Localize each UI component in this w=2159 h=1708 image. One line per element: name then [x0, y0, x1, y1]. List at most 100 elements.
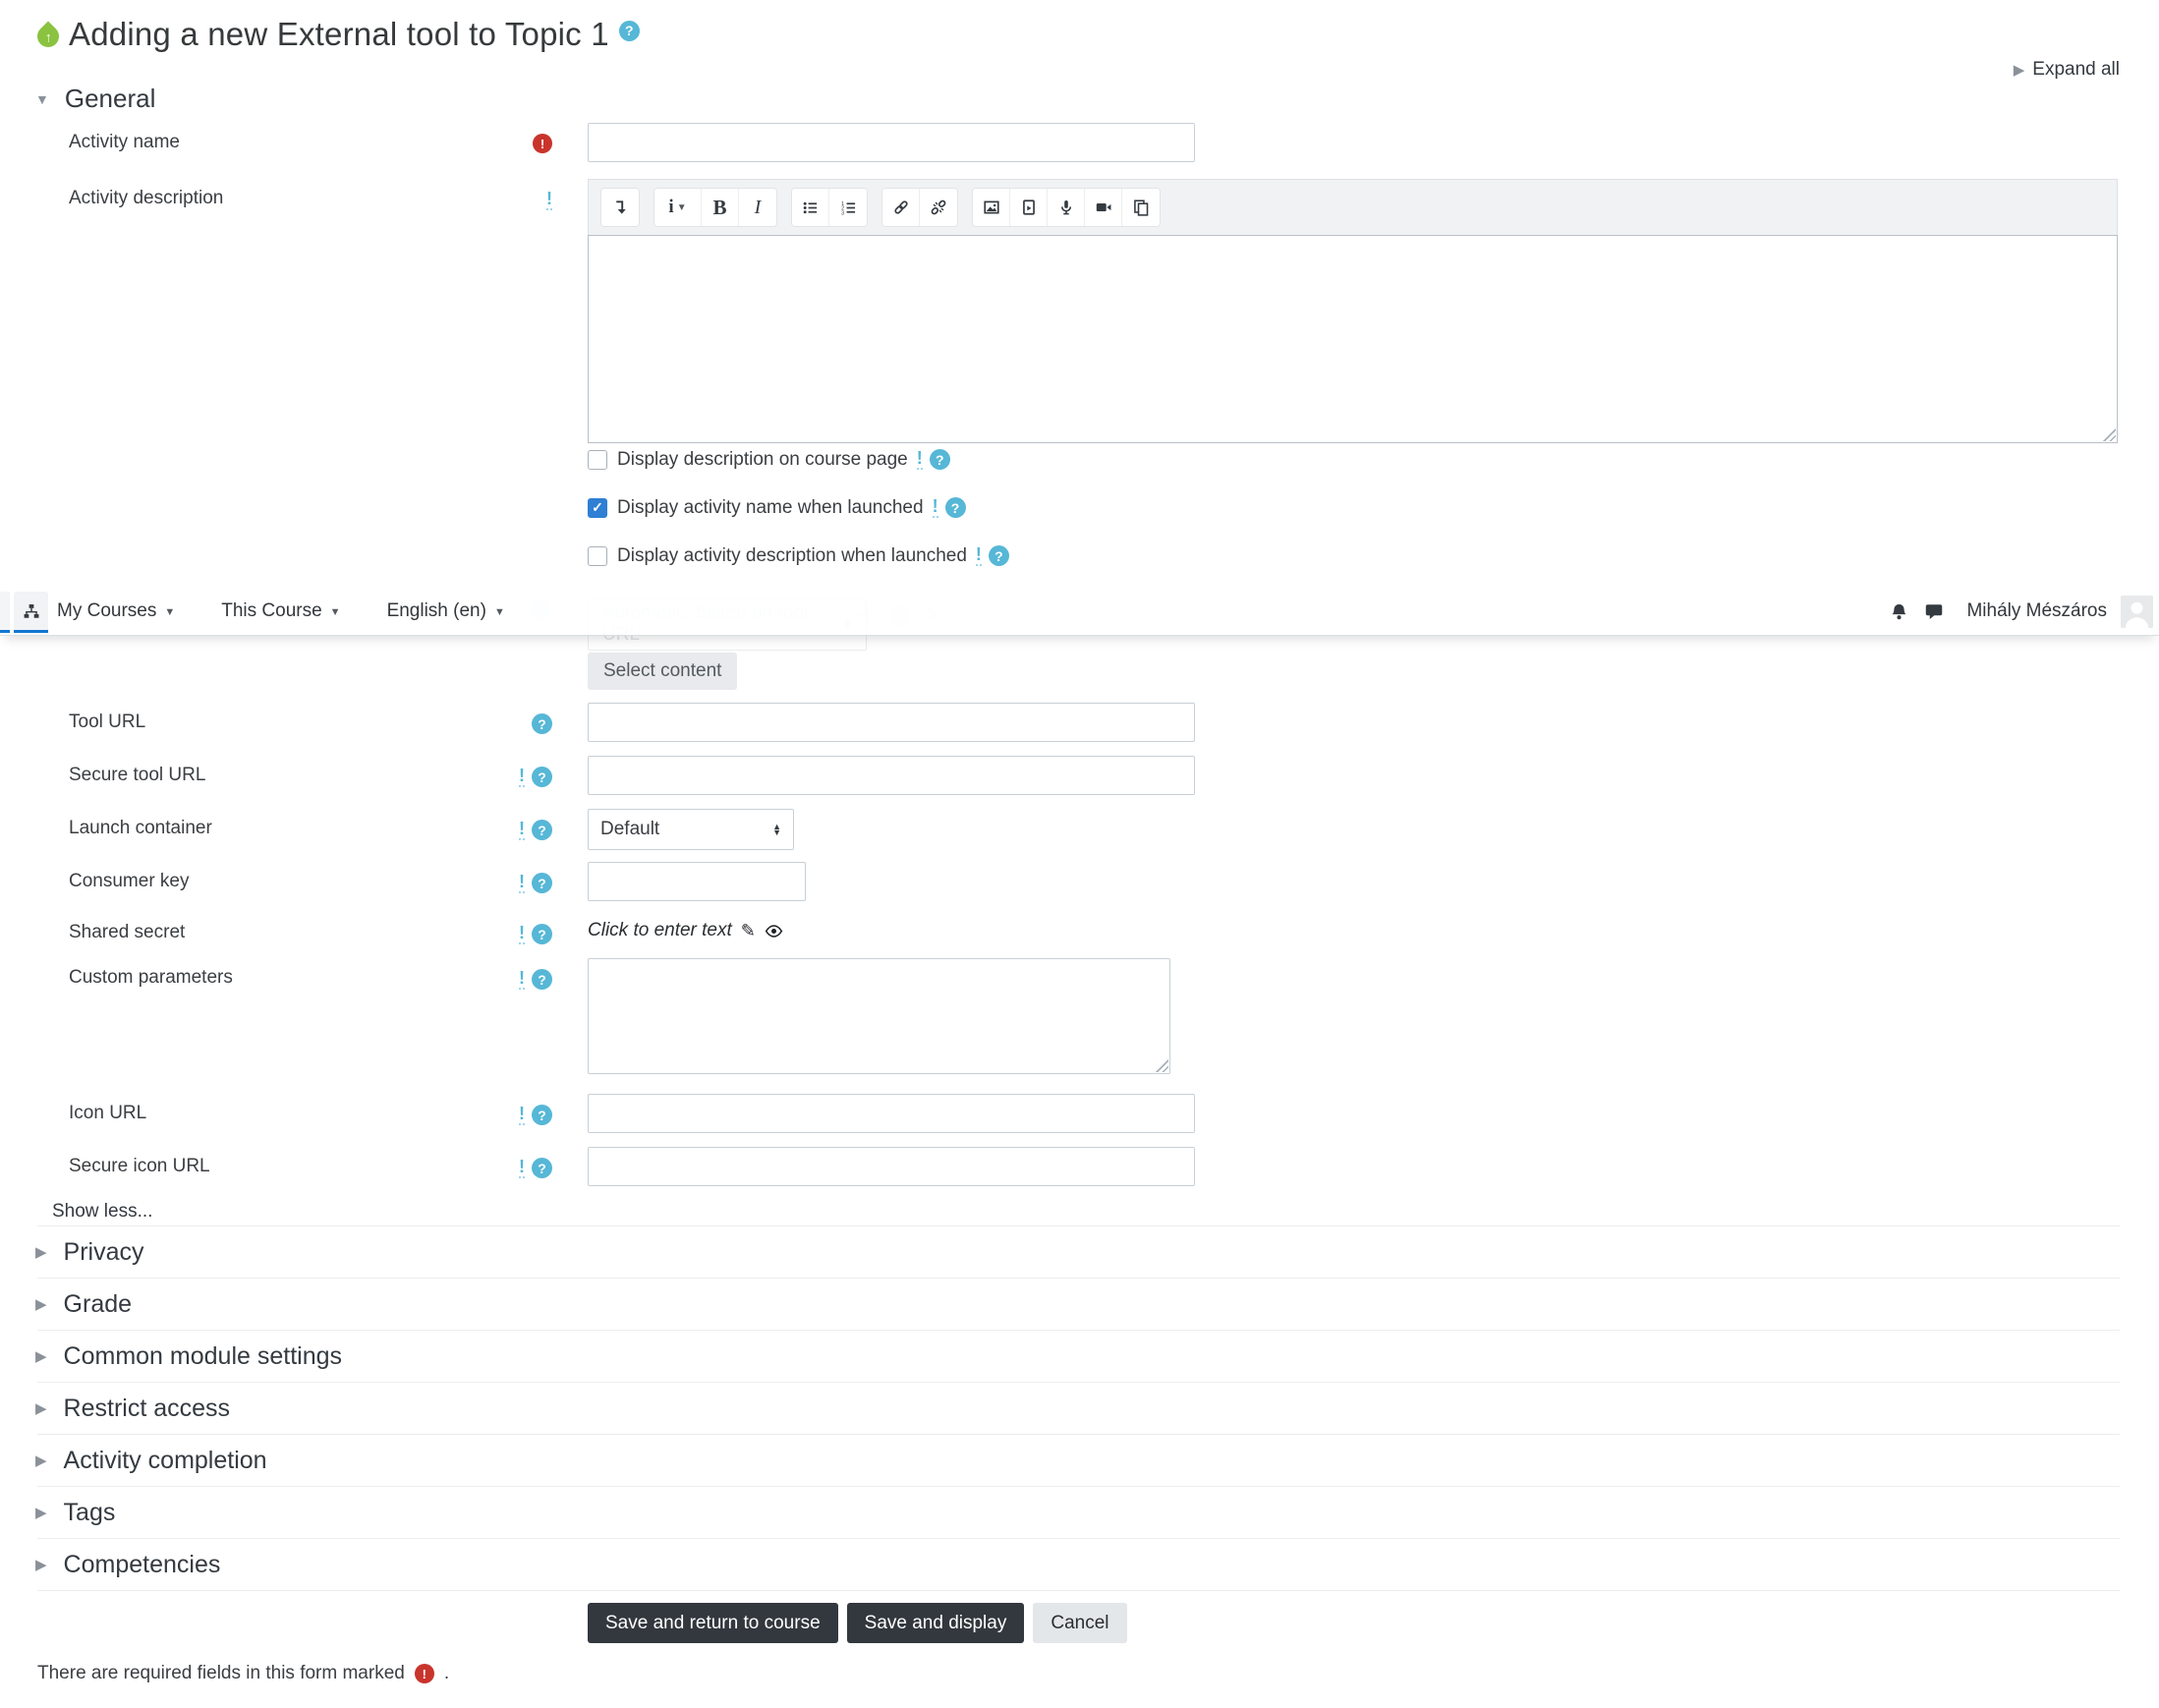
help-icon[interactable]: ?	[532, 820, 552, 840]
section-common-module-settings[interactable]: ▶ Common module settings	[35, 1331, 2120, 1383]
warning-icon: !	[519, 1104, 525, 1125]
help-icon[interactable]: ?	[532, 1105, 552, 1125]
help-icon[interactable]: ?	[944, 497, 966, 518]
activity-description-label: Activity description	[69, 188, 224, 208]
display-activity-name-checkbox[interactable]: ✓	[588, 497, 607, 518]
help-icon[interactable]: ?	[532, 969, 552, 990]
checkbox-label: Display description on course page	[617, 448, 908, 470]
launch-container-select[interactable]: Default ▲ ▼	[588, 809, 794, 850]
chevron-right-icon: ▶	[35, 1452, 47, 1469]
section-privacy[interactable]: ▶ Privacy	[35, 1226, 2120, 1279]
page-title: Adding a new External tool to Topic 1	[69, 16, 609, 52]
warning-icon: !	[932, 496, 938, 518]
insert-media-button[interactable]	[1010, 189, 1048, 226]
warning-icon: !	[546, 189, 552, 210]
record-audio-button[interactable]	[1048, 189, 1085, 226]
unlink-button[interactable]	[920, 189, 957, 226]
eye-icon[interactable]	[765, 922, 783, 940]
help-icon[interactable]: ?	[532, 767, 552, 787]
nav-label: This Course	[221, 600, 322, 621]
secure-icon-url-label: Secure icon URL	[69, 1156, 210, 1176]
pencil-icon[interactable]: ✎	[741, 921, 756, 941]
icon-url-input[interactable]	[588, 1094, 1195, 1133]
launch-container-value: Default	[600, 819, 660, 839]
section-activity-completion[interactable]: ▶ Activity completion	[35, 1435, 2120, 1487]
collapsed-sections: ▶ Privacy ▶ Grade ▶ Common module settin…	[35, 1225, 2120, 1591]
secure-icon-url-input[interactable]	[588, 1147, 1195, 1186]
custom-parameters-row: Custom parameters !?	[37, 958, 2118, 1074]
page-header: ↑ Adding a new External tool to Topic 1 …	[32, 16, 640, 53]
resize-handle[interactable]	[1154, 1057, 1168, 1072]
section-title: Restrict access	[63, 1394, 231, 1422]
section-title: Common module settings	[63, 1341, 343, 1370]
show-less-link[interactable]: Show less...	[52, 1201, 152, 1223]
bold-button[interactable]: B	[702, 189, 739, 226]
unordered-list-button[interactable]	[792, 189, 829, 226]
section-general-title: General	[64, 84, 156, 113]
image-icon	[983, 200, 999, 214]
custom-parameters-textarea[interactable]	[588, 958, 1170, 1074]
help-icon[interactable]: ?	[532, 924, 552, 944]
nav-my-courses[interactable]: My Courses ▼	[57, 600, 175, 622]
link-button[interactable]	[882, 189, 920, 226]
warning-icon: !	[519, 923, 525, 944]
section-grade[interactable]: ▶ Grade	[35, 1279, 2120, 1331]
expand-all-link[interactable]: ▶ Expand all	[2014, 59, 2120, 81]
insert-image-button[interactable]	[973, 189, 1010, 226]
chevron-right-icon: ▶	[35, 1505, 47, 1521]
display-activity-description-checkbox[interactable]	[588, 545, 607, 566]
display-description-checkbox[interactable]	[588, 449, 607, 470]
secure-tool-url-label: Secure tool URL	[69, 765, 206, 785]
warning-icon: !	[975, 544, 982, 566]
section-restrict-access[interactable]: ▶ Restrict access	[35, 1383, 2120, 1435]
sitemap-tab[interactable]	[14, 592, 48, 633]
nav-language[interactable]: English (en) ▼	[387, 600, 505, 622]
external-tool-icon: ↑	[32, 21, 64, 52]
nav-menus: My Courses ▼ This Course ▼ English (en) …	[57, 587, 505, 636]
select-content-button[interactable]: Select content	[588, 653, 738, 690]
editor-content-area[interactable]	[588, 235, 2118, 443]
cancel-button[interactable]: Cancel	[1033, 1603, 1127, 1643]
help-icon[interactable]: ?	[929, 449, 950, 470]
ordered-list-button[interactable]: 1 2 3	[829, 189, 867, 226]
warning-icon: !	[916, 448, 923, 470]
tool-url-label: Tool URL	[69, 712, 146, 732]
italic-button[interactable]: I	[739, 189, 776, 226]
paragraph-styles-button[interactable]: i ▼	[654, 189, 702, 226]
section-tags[interactable]: ▶ Tags	[35, 1487, 2120, 1539]
required-icon: !	[533, 134, 552, 153]
help-icon[interactable]: ?	[618, 20, 640, 41]
consumer-key-input[interactable]	[588, 862, 806, 901]
save-and-display-button[interactable]: Save and display	[846, 1603, 1025, 1643]
help-icon[interactable]: ?	[532, 713, 552, 734]
help-icon[interactable]: ?	[532, 1158, 552, 1178]
tool-url-input[interactable]	[588, 703, 1195, 742]
manage-files-button[interactable]	[1122, 189, 1160, 226]
record-video-button[interactable]	[1085, 189, 1122, 226]
help-icon[interactable]: ?	[988, 545, 1009, 566]
resize-handle[interactable]	[2101, 427, 2116, 441]
user-name[interactable]: Mihály Mészáros	[1966, 600, 2107, 622]
notifications-button[interactable]	[1888, 602, 1909, 621]
select-arrows-icon: ▲ ▼	[772, 822, 781, 837]
launch-container-label: Launch container	[69, 818, 212, 838]
nav-this-course[interactable]: This Course ▼	[221, 600, 340, 622]
save-and-return-button[interactable]: Save and return to course	[588, 1603, 838, 1643]
messages-button[interactable]	[1923, 601, 1945, 621]
section-competencies[interactable]: ▶ Competencies	[35, 1539, 2120, 1591]
nav-edge-tab[interactable]	[0, 592, 10, 633]
secure-tool-url-input[interactable]	[588, 756, 1195, 795]
chevron-right-icon: ▶	[35, 1557, 47, 1573]
help-icon[interactable]: ?	[532, 873, 552, 893]
warning-icon: !	[519, 968, 525, 990]
nav-label: My Courses	[57, 600, 157, 621]
shared-secret-placeholder[interactable]: Click to enter text	[588, 920, 732, 941]
link-icon	[893, 200, 908, 214]
section-general-header[interactable]: ▼ General	[35, 84, 155, 114]
avatar[interactable]	[2121, 595, 2153, 628]
consumer-key-row: Consumer key !?	[37, 862, 2118, 901]
video-camera-icon	[1096, 202, 1110, 212]
toolbar-toggle-button[interactable]	[601, 189, 639, 226]
warning-icon: !	[519, 766, 525, 787]
activity-name-input[interactable]	[588, 123, 1195, 162]
